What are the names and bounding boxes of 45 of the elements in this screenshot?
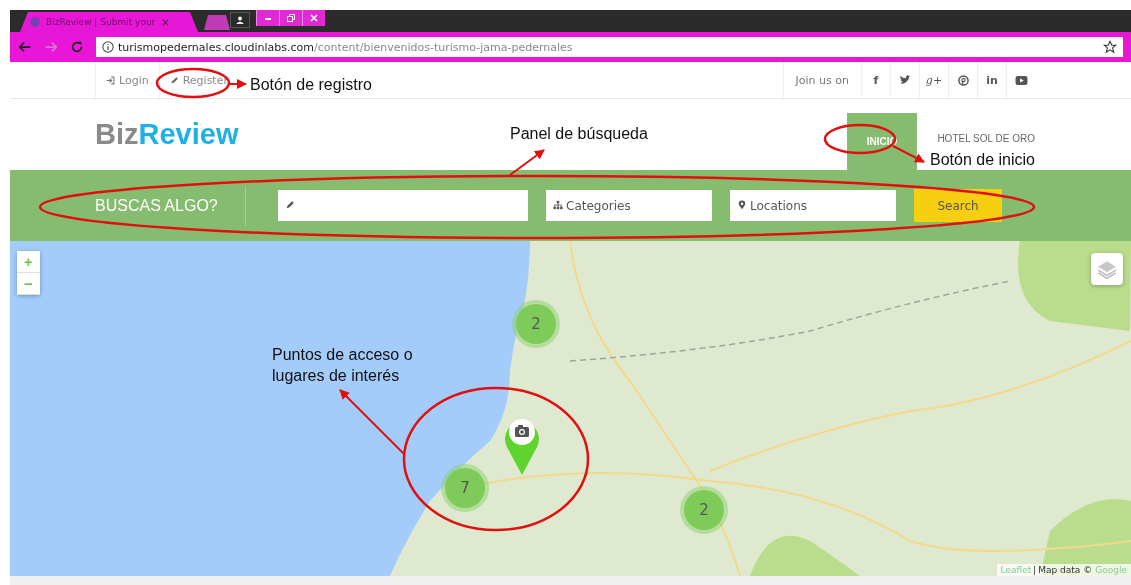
close-icon: [309, 13, 319, 23]
back-icon[interactable]: [18, 40, 32, 54]
sitemap-icon: [553, 200, 563, 210]
search-title: BUSCAS ALGO?: [95, 196, 219, 215]
annotation-arrow: [509, 149, 545, 176]
leaflet-link[interactable]: Leaflet: [1000, 565, 1032, 575]
keyword-field[interactable]: [278, 190, 528, 221]
zoom-out-button[interactable]: −: [17, 273, 40, 295]
annotation-arrow: [892, 145, 925, 163]
pencil-icon: [285, 200, 295, 210]
annotation-label: Botón de inicio: [930, 150, 1036, 170]
close-icon[interactable]: [161, 17, 171, 27]
search-button[interactable]: Search: [914, 189, 1002, 222]
location-field[interactable]: Locations: [730, 190, 896, 221]
pin-logo-icon: [957, 74, 969, 86]
annotation-label: Puntos de acceso o lugares de interés: [272, 345, 414, 386]
annotation-label: Botón de registro: [250, 75, 373, 95]
map-data-text: Map data ©: [1038, 565, 1093, 575]
info-icon: [102, 41, 114, 53]
location-pin-icon: [737, 200, 747, 210]
pencil-icon: [169, 75, 179, 85]
annotation-arrow: [339, 389, 406, 456]
globe-icon: [30, 17, 40, 27]
site-logo[interactable]: BizReview: [95, 99, 239, 170]
category-field[interactable]: Categories: [546, 190, 712, 221]
url-field[interactable]: turismopedernales.cloudinlabs.com/content/bienvenidos-turismo-jama-pedernales: [96, 37, 1123, 57]
top-bar-link[interactable]: Register: [158, 62, 238, 98]
top-bar-link[interactable]: Login: [95, 62, 159, 98]
tab-title: BizReview | Submit your: [46, 17, 156, 27]
annotation-label: Panel de búsqueda: [510, 124, 649, 144]
reload-icon[interactable]: [70, 40, 84, 54]
browser-tab[interactable]: BizReview | Submit your: [20, 12, 198, 32]
restore-icon: [286, 13, 296, 23]
join-us-label: Join us on: [782, 62, 861, 98]
annotation-arrow: [229, 79, 247, 89]
profile-icon[interactable]: [230, 12, 250, 28]
social-link[interactable]: g+: [919, 62, 948, 98]
play-icon: [1014, 74, 1028, 86]
bird-icon: [899, 75, 911, 85]
nav-tab[interactable]: HOTEL SOL DE ORO: [917, 131, 1035, 146]
social-link[interactable]: f: [861, 62, 890, 98]
sign-in-icon: [106, 75, 115, 85]
star-icon[interactable]: [1103, 40, 1117, 54]
social-link[interactable]: in: [977, 62, 1006, 98]
zoom-in-button[interactable]: +: [17, 251, 40, 273]
